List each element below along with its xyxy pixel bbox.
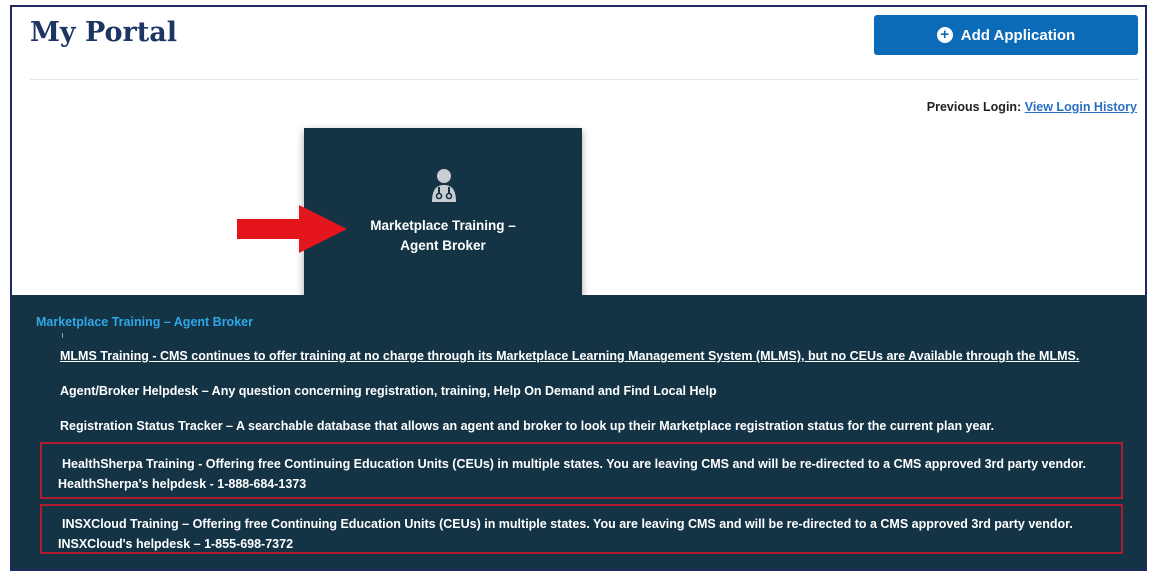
panel-title: Marketplace Training – Agent Broker (36, 315, 253, 329)
previous-login-label: Previous Login: (926, 100, 1022, 114)
page-title: My Portal (30, 17, 178, 48)
add-application-button[interactable]: + Add Application (874, 15, 1138, 55)
portal-frame: My Portal + Add Application Previous Log… (10, 5, 1147, 571)
insxcloud-training-link[interactable]: INSXCloud Training – Offering free Conti… (62, 517, 1073, 531)
agent-broker-helpdesk-link[interactable]: Agent/Broker Helpdesk – Any question con… (60, 384, 717, 398)
healthsherpa-helpdesk: HealthSherpa's helpdesk - 1-888-684-1373 (58, 477, 307, 491)
previous-login: Previous Login: View Login History (927, 100, 1137, 114)
training-panel: Marketplace Training – Agent Broker MLMS… (12, 295, 1145, 569)
panel-tick-mark (62, 333, 63, 338)
red-arrow-annotation (237, 205, 347, 253)
add-application-label: Add Application (960, 26, 1076, 44)
healthsherpa-highlight-box: HealthSherpa Training - Offering free Co… (40, 442, 1123, 499)
doctor-person-icon (432, 169, 456, 202)
insxcloud-helpdesk: INSXCloud's helpdesk – 1-855-698-7372 (58, 537, 294, 551)
view-login-history-link[interactable]: View Login History (1025, 100, 1137, 114)
header-divider (30, 79, 1138, 80)
insxcloud-highlight-box: INSXCloud Training – Offering free Conti… (40, 504, 1123, 554)
plus-circle-icon: + (936, 27, 953, 43)
registration-status-tracker-link[interactable]: Registration Status Tracker – A searchab… (60, 419, 994, 433)
mlms-training-link[interactable]: MLMS Training - CMS continues to offer t… (60, 349, 1079, 363)
healthsherpa-training-link[interactable]: HealthSherpa Training - Offering free Co… (62, 457, 1086, 471)
